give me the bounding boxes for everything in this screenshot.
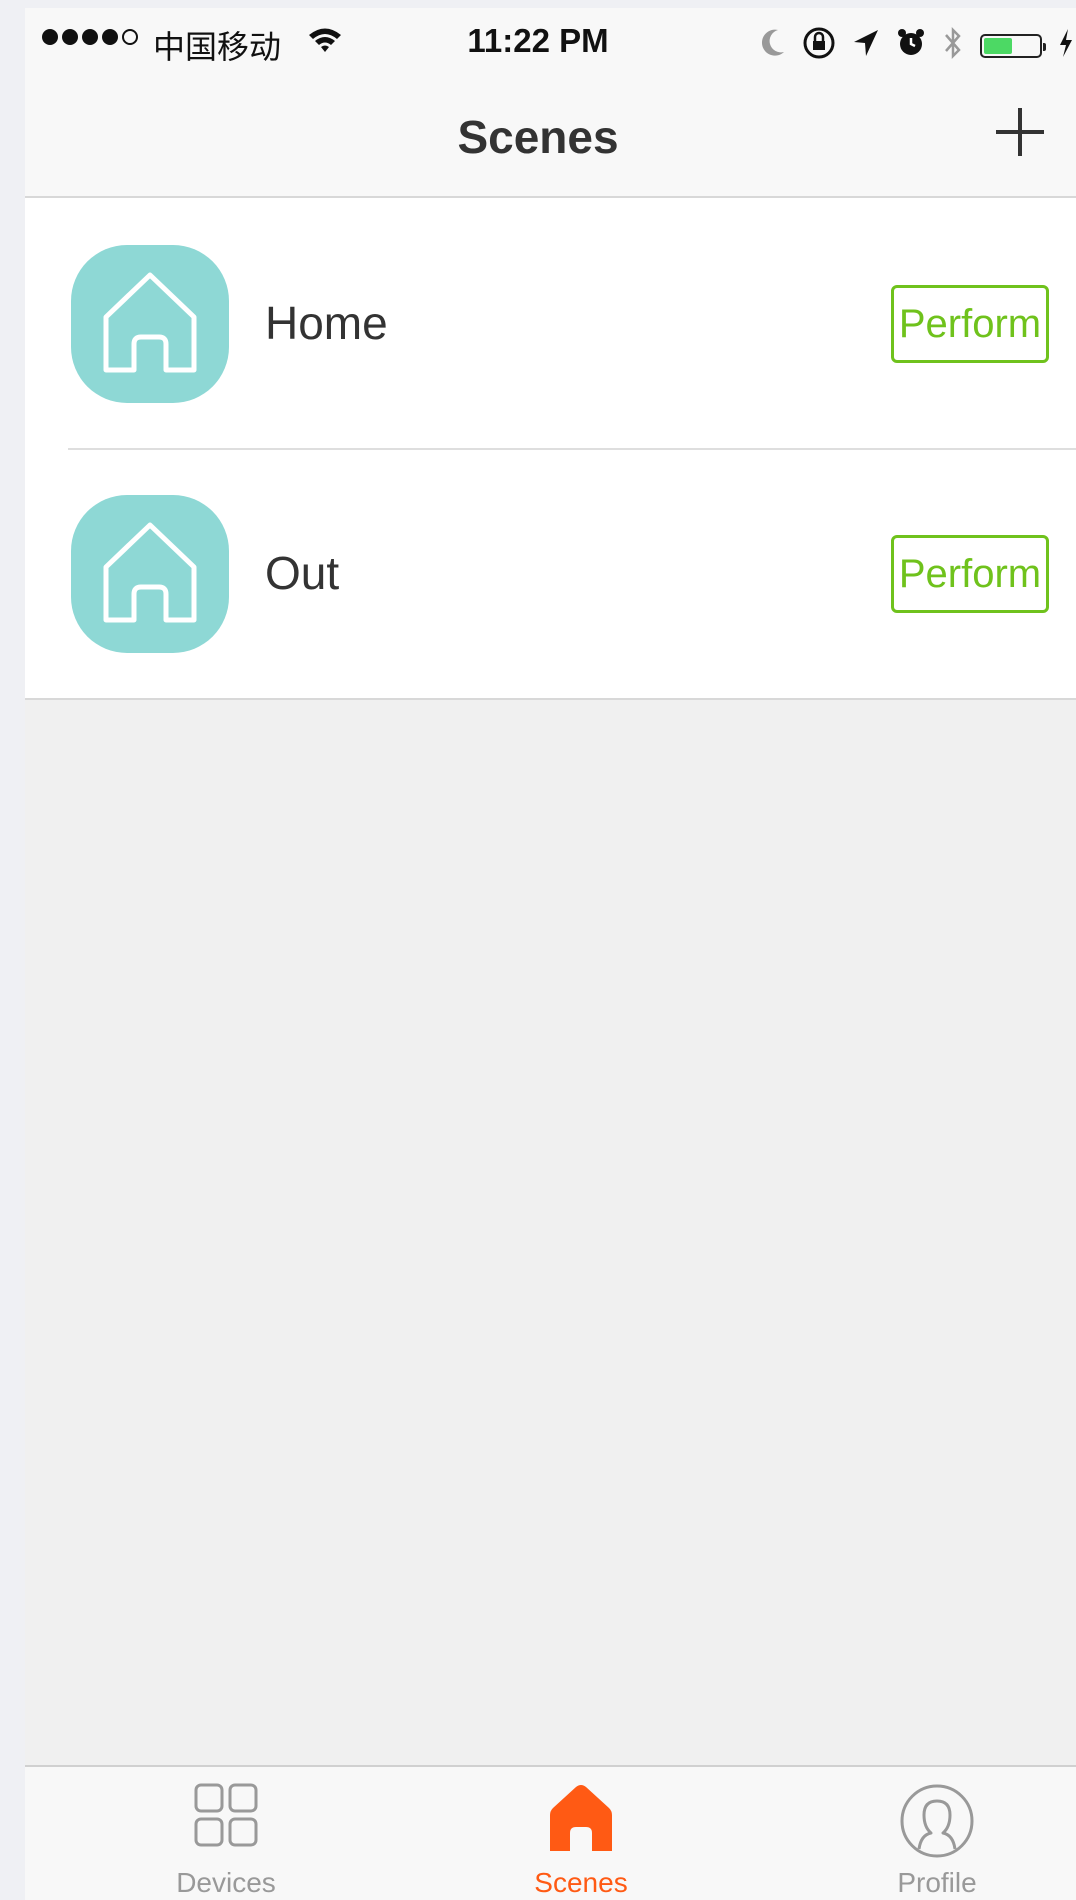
charging-bolt-icon <box>1058 28 1074 63</box>
scene-row-home[interactable]: Home Perform <box>25 198 1076 448</box>
scene-name: Out <box>265 547 340 599</box>
page-title: Scenes <box>457 111 619 163</box>
grid-icon <box>194 1783 258 1852</box>
tab-devices[interactable]: Devices <box>126 1767 326 1900</box>
tab-label: Devices <box>176 1867 276 1898</box>
navigation-bar: Scenes <box>25 80 1076 198</box>
plus-icon <box>996 108 1044 156</box>
scene-name: Home <box>265 297 388 349</box>
add-scene-button[interactable] <box>992 104 1048 160</box>
scene-list: Home Perform Out Perform <box>25 198 1076 700</box>
battery-icon <box>980 33 1046 58</box>
person-icon <box>899 1783 975 1864</box>
scene-row-out[interactable]: Out Perform <box>25 448 1076 698</box>
bluetooth-icon <box>942 26 964 65</box>
location-arrow-icon <box>852 28 880 63</box>
tab-profile[interactable]: Profile <box>837 1767 1037 1900</box>
perform-button[interactable]: Perform <box>891 285 1049 363</box>
perform-button[interactable]: Perform <box>891 535 1049 613</box>
tab-label: Scenes <box>534 1867 628 1898</box>
house-icon <box>548 1783 614 1858</box>
status-bar: 中国移动 11:22 PM <box>25 8 1076 80</box>
moon-icon <box>760 28 786 63</box>
status-icons <box>760 26 1074 65</box>
tab-scenes[interactable]: Scenes <box>481 1767 681 1900</box>
house-icon <box>71 245 229 403</box>
phone-screen: 中国移动 11:22 PM Scenes Home Perform Out Pe… <box>25 8 1076 1900</box>
rotation-lock-icon <box>802 26 836 65</box>
tab-label: Profile <box>897 1867 977 1898</box>
tab-bar: Devices Scenes Profile <box>25 1765 1076 1900</box>
house-icon <box>71 495 229 653</box>
alarm-icon <box>896 28 926 63</box>
